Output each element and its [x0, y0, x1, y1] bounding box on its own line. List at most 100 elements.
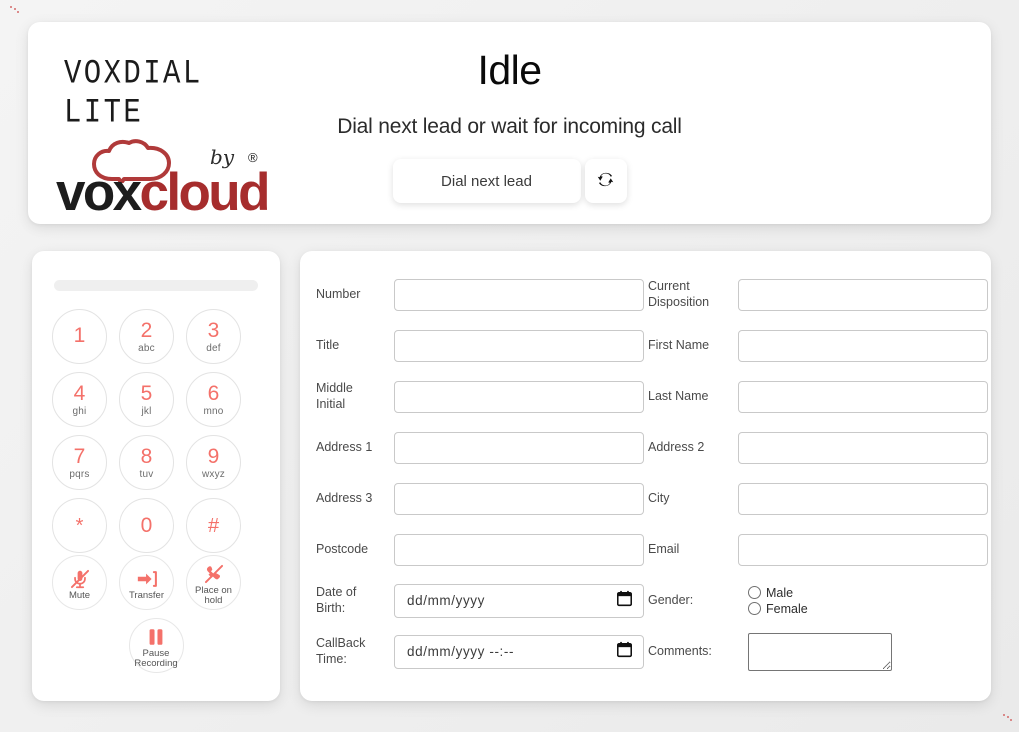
pause-recording-label: Pause Recording — [134, 647, 178, 669]
email-label: Email — [648, 541, 680, 556]
pause-recording-button[interactable]: Pause Recording — [128, 618, 184, 673]
dialpad-key-letters: tuv — [139, 468, 154, 480]
dial-next-lead-button[interactable]: Dial next lead — [392, 159, 581, 204]
gender-option-male[interactable]: Male — [748, 586, 808, 600]
last-name-input[interactable] — [738, 380, 988, 413]
first-name-input[interactable] — [738, 329, 988, 362]
dialpad-key-digit: # — [207, 514, 220, 537]
dialpad-key-9[interactable]: 9 wxyz — [186, 435, 241, 490]
gender-option-male-label: Male — [766, 585, 794, 600]
refresh-icon — [596, 170, 615, 192]
call-status-subtitle: Dial next lead or wait for incoming call — [337, 115, 682, 139]
mute-label: Mute — [68, 589, 91, 601]
place-on-hold-label: Place on hold — [195, 584, 232, 606]
dialpad-keys: 1 2 abc 3 def 4 ghi 5 jkl 6 mno 7 pqrs 8 — [46, 305, 266, 557]
dialpad-key-digit: 1 — [73, 323, 86, 347]
address3-label: Address 3 — [316, 490, 373, 505]
header-card: VOXDIAL LITE by ® voxcloud Idle Dial nex… — [28, 22, 991, 224]
current-disposition-input[interactable] — [738, 278, 988, 311]
middle-initial-label: Middle Initial — [316, 380, 353, 411]
address1-label: Address 1 — [316, 439, 373, 454]
dialpad-key-letters: def — [206, 342, 221, 354]
dialpad-key-1[interactable]: 1 — [52, 309, 107, 364]
pause-icon — [145, 626, 167, 648]
dialpad-key-hash[interactable]: # — [186, 498, 241, 553]
dialpad-key-digit: 4 — [73, 381, 86, 405]
address2-input[interactable] — [738, 431, 988, 464]
gender-radio-group: Male Female — [738, 586, 808, 616]
dialpad-key-digit: 8 — [140, 444, 153, 468]
postcode-input[interactable] — [394, 533, 644, 566]
place-on-hold-button[interactable]: Place on hold — [186, 555, 241, 610]
date-of-birth-input[interactable]: dd/mm/yyyy — [394, 583, 644, 618]
lead-form: Number Current Disposition Title First Na… — [316, 269, 988, 677]
form-row-address1: Address 1 Address 2 — [316, 422, 988, 473]
corner-speckle-bottom-right — [1003, 714, 1013, 724]
comments-label: Comments: — [648, 643, 712, 658]
radio-icon[interactable] — [748, 586, 761, 599]
form-row-address3: Address 3 City — [316, 473, 988, 524]
form-row-postcode: Postcode Email — [316, 524, 988, 575]
dialpad-card: 1 2 abc 3 def 4 ghi 5 jkl 6 mno 7 pqrs 8 — [32, 251, 280, 701]
date-of-birth-label: Date of Birth: — [316, 584, 357, 615]
lead-form-card: Number Current Disposition Title First Na… — [300, 251, 991, 701]
gender-option-female[interactable]: Female — [748, 602, 808, 616]
microphone-muted-icon — [69, 568, 91, 590]
address2-label: Address 2 — [648, 439, 705, 454]
number-input[interactable] — [394, 278, 644, 311]
status-area: Idle Dial next lead or wait for incoming… — [28, 47, 991, 204]
gender-label: Gender: — [648, 592, 694, 607]
dialpad-key-2[interactable]: 2 abc — [119, 309, 174, 364]
pause-recording-row: Pause Recording — [46, 614, 266, 677]
form-row-callback-time: CallBack Time: dd/mm/yyyy --:-- Comments: — [316, 626, 977, 677]
dialpad-key-6[interactable]: 6 mno — [186, 372, 241, 427]
phone-hold-icon — [203, 563, 225, 585]
dialpad-display[interactable] — [54, 280, 258, 291]
form-row-number: Number Current Disposition — [316, 269, 988, 320]
dialpad-key-digit: 7 — [73, 444, 86, 468]
dialpad-key-7[interactable]: 7 pqrs — [52, 435, 107, 490]
dialpad-key-letters: wxyz — [201, 468, 226, 480]
corner-speckle-top-left — [10, 6, 20, 16]
dialpad-key-5[interactable]: 5 jkl — [119, 372, 174, 427]
form-row-date-of-birth: Date of Birth: dd/mm/yyyy Gender: Male F… — [316, 575, 977, 626]
dialpad-key-digit: * — [75, 514, 84, 537]
transfer-button[interactable]: Transfer — [119, 555, 174, 610]
dialpad-key-3[interactable]: 3 def — [186, 309, 241, 364]
city-label: City — [648, 490, 670, 505]
form-row-title: Title First Name — [316, 320, 988, 371]
dialpad-key-letters: pqrs — [69, 468, 90, 480]
address1-input[interactable] — [394, 431, 644, 464]
gender-option-female-label: Female — [766, 601, 808, 616]
dialpad-key-star[interactable]: * — [52, 498, 107, 553]
dialpad-key-8[interactable]: 8 tuv — [119, 435, 174, 490]
city-input[interactable] — [738, 482, 988, 515]
dialpad-actions: Mute Transfer Place on hold Pause Record… — [46, 551, 266, 677]
address3-input[interactable] — [394, 482, 644, 515]
dialpad-key-digit: 9 — [207, 444, 220, 468]
transfer-label: Transfer — [128, 589, 165, 601]
refresh-button[interactable] — [584, 159, 627, 204]
number-label: Number — [316, 286, 361, 301]
title-label: Title — [316, 337, 340, 352]
transfer-arrow-icon — [136, 568, 158, 590]
call-status-title: Idle — [477, 47, 542, 93]
callback-time-field[interactable]: dd/mm/yyyy --:-- — [394, 634, 644, 669]
callback-time-label: CallBack Time: — [316, 635, 366, 666]
dialpad-key-digit: 5 — [140, 381, 153, 405]
dialpad-key-0[interactable]: 0 — [119, 498, 174, 553]
title-input[interactable] — [394, 329, 644, 362]
date-of-birth-field[interactable]: dd/mm/yyyy — [394, 583, 644, 618]
middle-initial-input[interactable] — [394, 380, 644, 413]
mute-button[interactable]: Mute — [52, 555, 107, 610]
dialpad-key-letters: jkl — [141, 405, 152, 417]
postcode-label: Postcode — [316, 541, 369, 556]
radio-icon[interactable] — [748, 602, 761, 615]
dialpad-key-digit: 2 — [140, 318, 153, 342]
dial-controls: Dial next lead — [28, 159, 991, 204]
comments-textarea[interactable] — [748, 632, 892, 671]
dialpad-key-4[interactable]: 4 ghi — [52, 372, 107, 427]
callback-time-input[interactable]: dd/mm/yyyy --:-- — [394, 634, 644, 669]
email-input[interactable] — [738, 533, 988, 566]
dialpad-key-letters: abc — [138, 342, 155, 354]
